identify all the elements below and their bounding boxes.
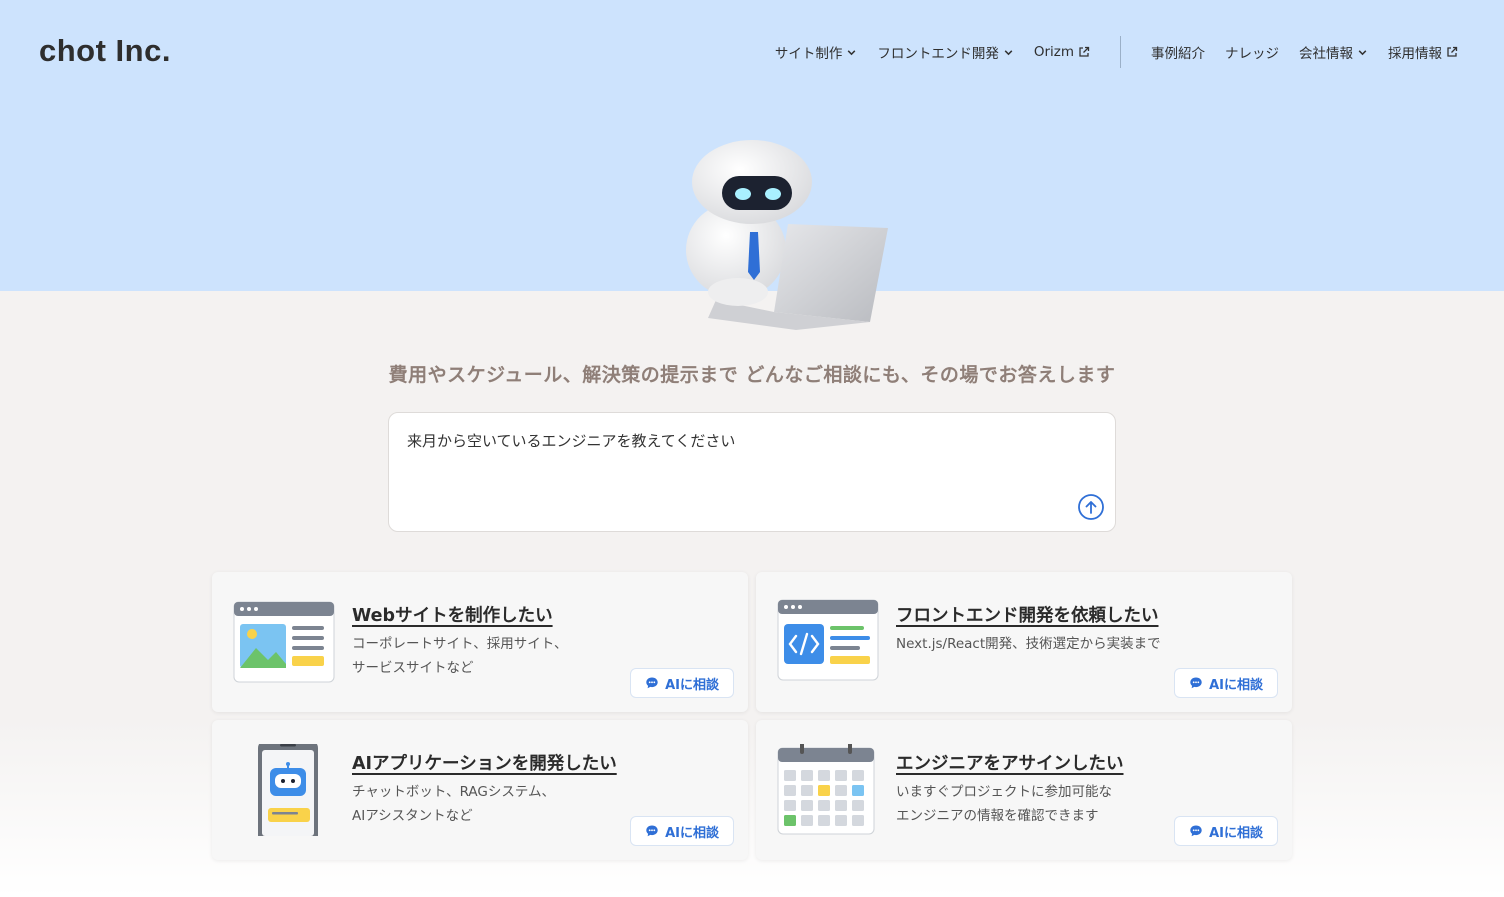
ai-consult-label: AIに相談 — [665, 825, 719, 841]
card-desc-line: チャットボット、RAGシステム、 — [352, 784, 555, 800]
card-description: チャットボット、RAGシステム、 AIアシスタントなど — [352, 780, 652, 828]
nav-item-recruit[interactable]: 採用情報 — [1388, 42, 1458, 62]
external-link-icon — [1079, 46, 1090, 57]
chat-bubble-icon — [1190, 825, 1202, 837]
card-title[interactable]: AIアプリケーションを開発したい — [352, 750, 617, 775]
card-description: コーポレートサイト、採用サイト、 サービスサイトなど — [352, 632, 652, 680]
nav-item-frontend[interactable]: フロントエンド開発 — [877, 42, 1014, 62]
nav-label: 会社情報 — [1299, 46, 1353, 62]
ai-consult-label: AIに相談 — [665, 677, 719, 693]
card-ai-app[interactable]: AIアプリケーションを開発したい チャットボット、RAGシステム、 AIアシスタ… — [212, 720, 748, 860]
chat-bubble-icon — [1190, 677, 1202, 689]
nav-item-company[interactable]: 会社情報 — [1299, 42, 1368, 62]
ai-consult-button[interactable]: AIに相談 — [1174, 668, 1278, 698]
chevron-down-icon — [1004, 49, 1013, 55]
card-description: Next.js/React開発、技術選定から実装まで — [896, 632, 1196, 656]
nav-label: サイト制作 — [774, 46, 843, 62]
browser-code-icon — [777, 599, 879, 681]
chat-bubble-icon — [646, 825, 658, 837]
ai-consult-button[interactable]: AIに相談 — [630, 816, 734, 846]
card-web-site[interactable]: Webサイトを制作したい コーポレートサイト、採用サイト、 サービスサイトなど … — [212, 572, 748, 712]
calendar-icon — [777, 744, 875, 835]
external-link-icon — [1447, 46, 1458, 57]
card-desc-line: エンジニアの情報を確認できます — [896, 808, 1099, 824]
ai-consult-label: AIに相談 — [1209, 677, 1263, 693]
browser-image-icon — [233, 601, 335, 683]
nav-label: 事例紹介 — [1151, 46, 1205, 62]
nav-item-site-production[interactable]: サイト制作 — [775, 42, 858, 62]
logo[interactable]: chot Inc. — [39, 33, 171, 69]
card-desc-line: AIアシスタントなど — [352, 808, 473, 824]
main-nav: サイト制作 フロントエンド開発 Orizm 事例紹介 ナレッジ 会社情報 採用情… — [755, 36, 1458, 68]
chat-input[interactable] — [407, 431, 1067, 449]
card-title[interactable]: エンジニアをアサインしたい — [896, 750, 1124, 775]
card-title[interactable]: フロントエンド開発を依頼したい — [896, 602, 1159, 627]
send-arrow-icon[interactable] — [1077, 493, 1105, 521]
nav-item-cases[interactable]: 事例紹介 — [1151, 42, 1205, 62]
card-desc-line: いますぐプロジェクトに参加可能な — [896, 784, 1112, 800]
card-desc-line: コーポレートサイト、採用サイト、 — [352, 636, 568, 652]
card-description: いますぐプロジェクトに参加可能な エンジニアの情報を確認できます — [896, 780, 1196, 828]
ai-consult-label: AIに相談 — [1209, 825, 1263, 841]
chevron-down-icon — [1358, 49, 1367, 55]
nav-label: ナレッジ — [1225, 46, 1279, 62]
nav-divider — [1120, 36, 1121, 68]
nav-label: フロントエンド開発 — [877, 46, 999, 62]
chevron-down-icon — [847, 49, 856, 55]
card-desc-line: サービスサイトなど — [352, 660, 474, 676]
nav-label: Orizm — [1033, 44, 1074, 60]
card-desc-line: Next.js/React開発、技術選定から実装まで — [896, 636, 1161, 652]
card-engineer-assign[interactable]: エンジニアをアサインしたい いますぐプロジェクトに参加可能な エンジニアの情報を… — [756, 720, 1292, 860]
hero-tagline: 費用やスケジュール、解決策の提示まで どんなご相談にも、その場でお答えします — [388, 364, 1116, 386]
robot-illustration — [686, 140, 888, 330]
nav-item-orizm[interactable]: Orizm — [1034, 44, 1090, 60]
card-frontend[interactable]: フロントエンド開発を依頼したい Next.js/React開発、技術選定から実装… — [756, 572, 1292, 712]
chat-box — [388, 412, 1116, 532]
card-title[interactable]: Webサイトを制作したい — [352, 602, 553, 627]
ai-consult-button[interactable]: AIに相談 — [630, 668, 734, 698]
phone-robot-icon — [258, 744, 318, 836]
nav-label: 採用情報 — [1388, 46, 1442, 62]
nav-item-knowledge[interactable]: ナレッジ — [1225, 42, 1279, 62]
chat-bubble-icon — [646, 677, 658, 689]
ai-consult-button[interactable]: AIに相談 — [1174, 816, 1278, 846]
site-header: chot Inc. サイト制作 フロントエンド開発 Orizm 事例紹介 ナレッ… — [0, 0, 1504, 100]
